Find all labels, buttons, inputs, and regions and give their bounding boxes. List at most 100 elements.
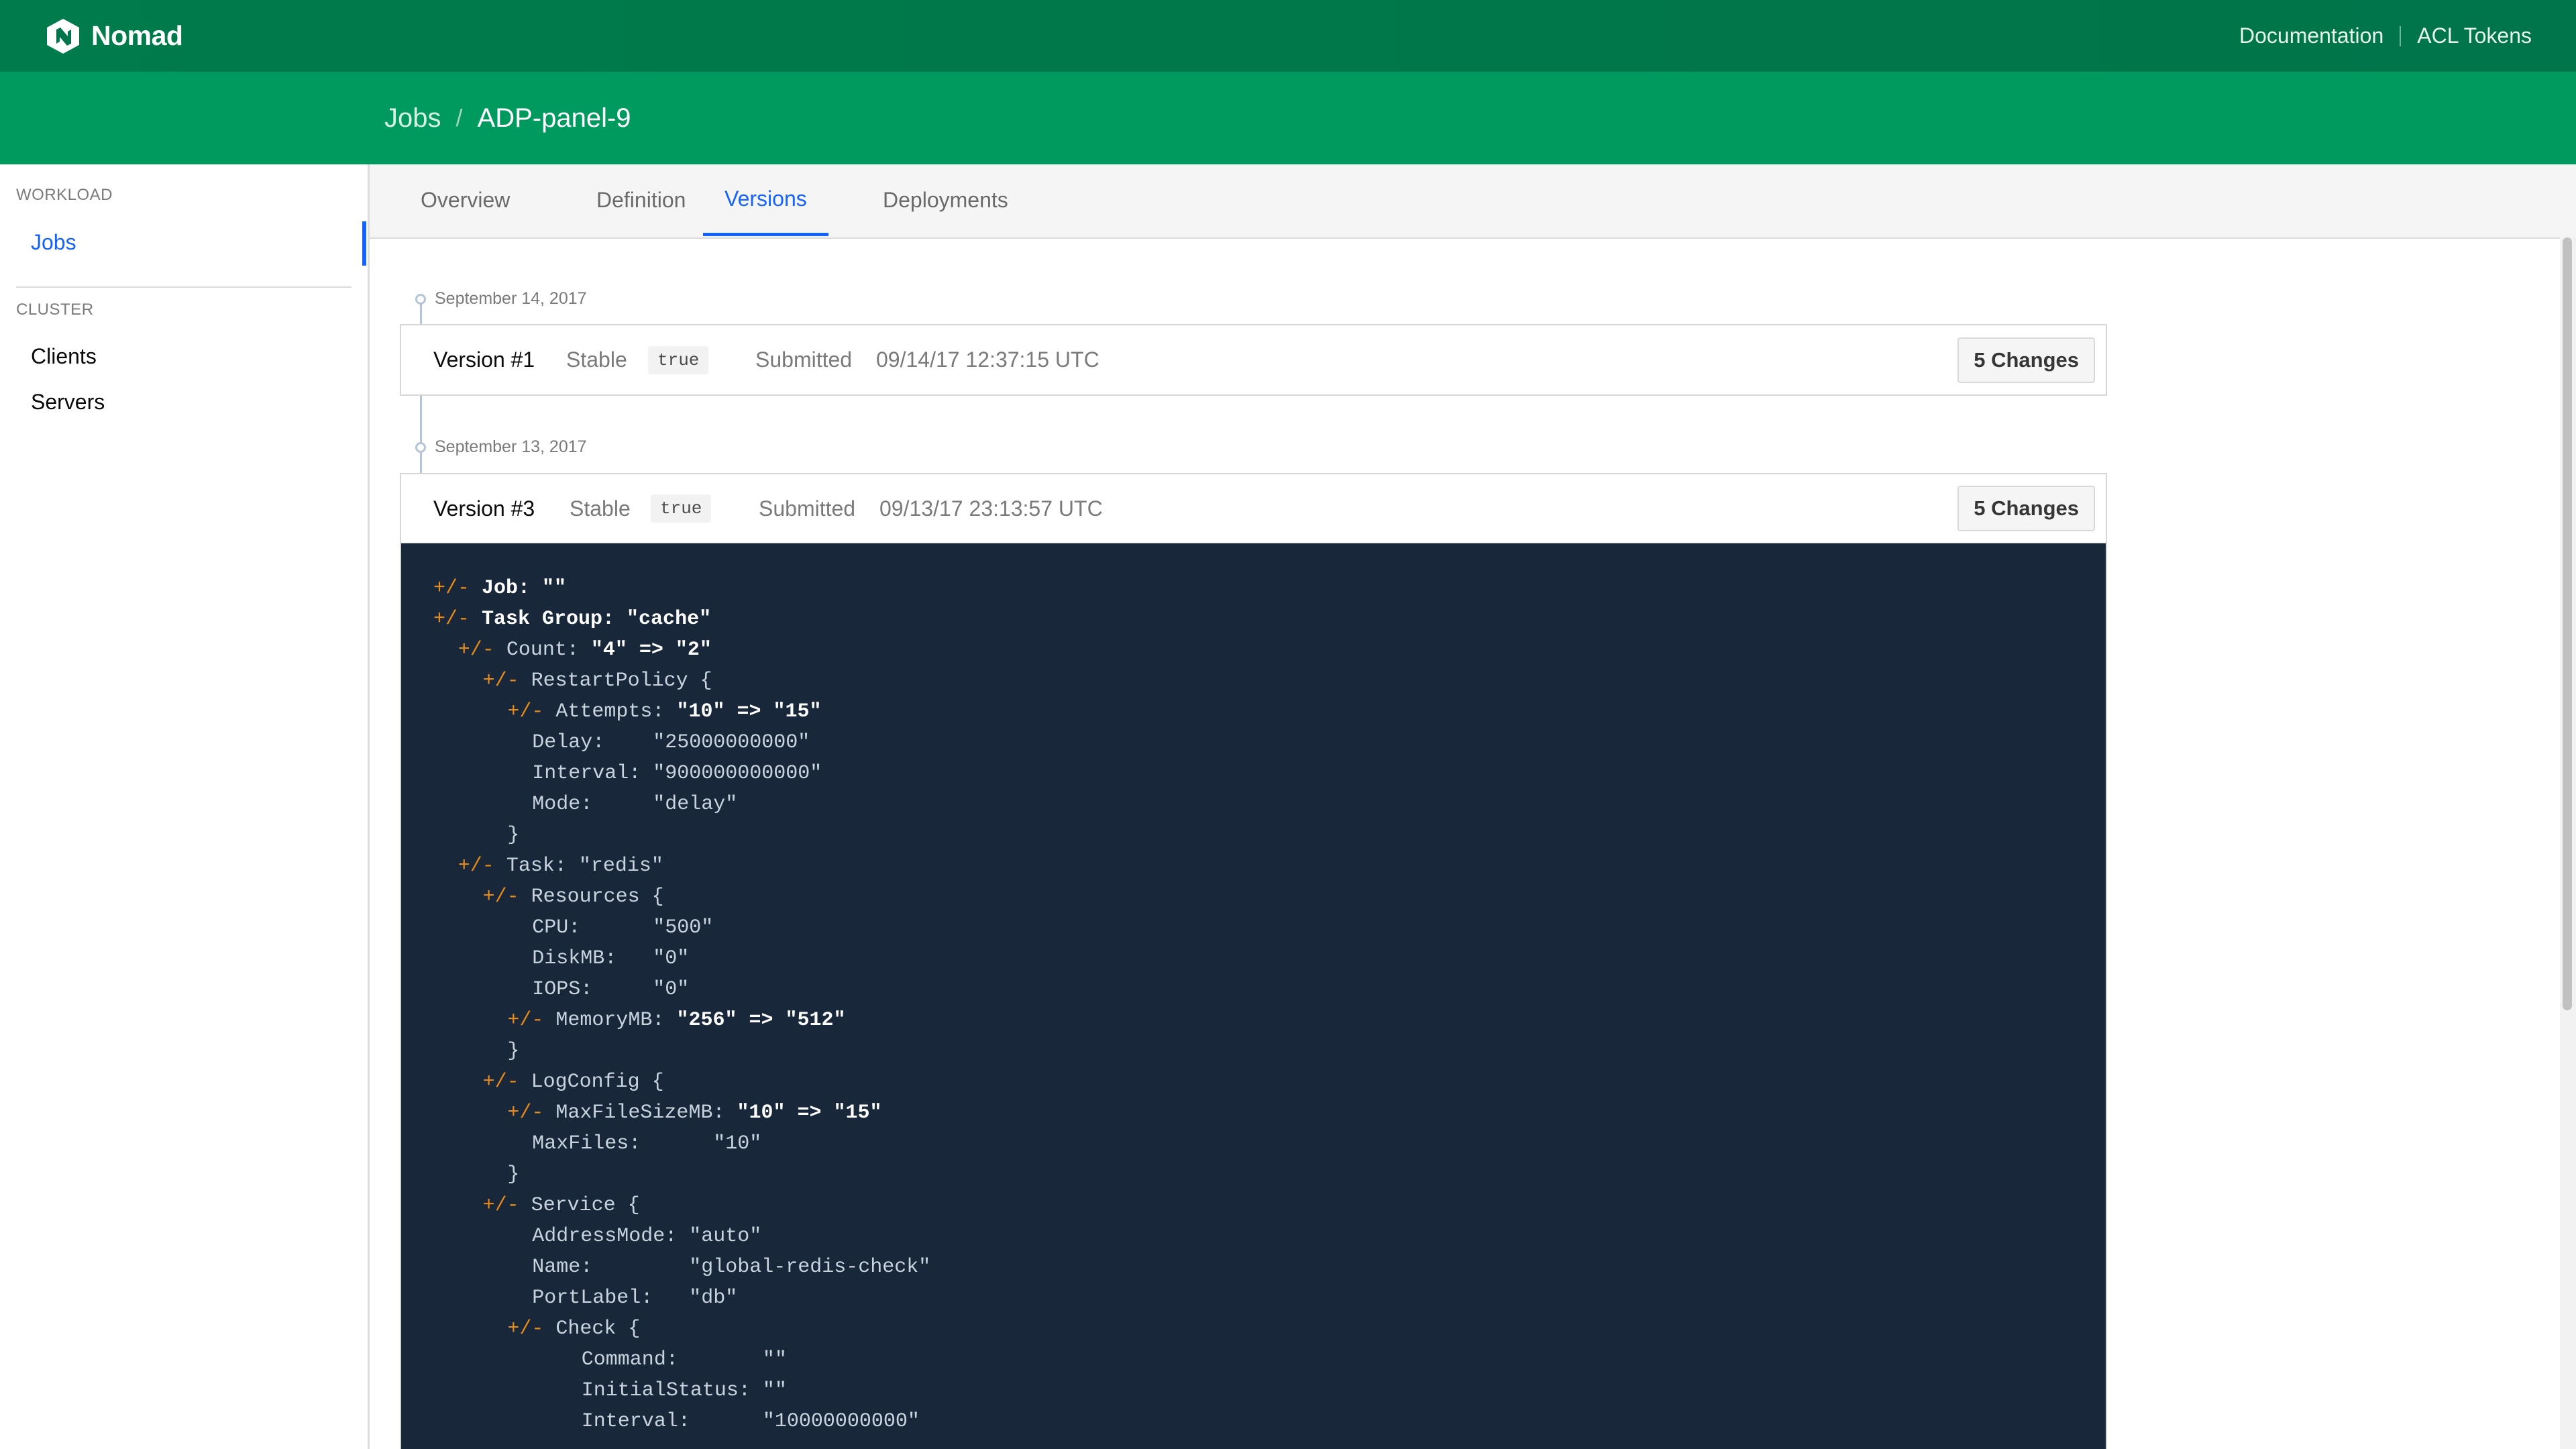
diff-line: Interval: "900000000000" [433,758,930,789]
diff-marker: +/- [458,639,506,661]
diff-line: DiskMB: "0" [433,943,930,974]
submitted-time: 09/13/17 23:13:57 UTC [879,496,1103,521]
diff-text: Mode: "delay" [532,793,738,816]
diff-field-name: MaxFileSizeMB: [555,1102,737,1124]
active-indicator [362,221,366,266]
stable-badge: true [648,345,709,374]
sidebar-item-servers[interactable]: Servers [31,390,105,415]
diff-text: Task Group: "cache" [482,608,712,631]
diff-line: CPU: "500" [433,912,930,943]
sidebar-item-jobs[interactable]: Jobs [31,230,76,255]
submitted-label: Submitted [759,496,856,521]
diff-line: AddressMode: "auto" [433,1221,930,1252]
diff-marker: +/- [507,1318,556,1340]
diff-line: +/- Task Group: "cache" [433,604,930,635]
menu-divider [16,286,352,288]
diff-line: IOPS: "0" [433,974,930,1005]
diff-line: +/- Count: "4" => "2" [433,635,930,665]
diff-line: Name: "global-redis-check" [433,1252,930,1283]
diff-text: CPU: "500" [532,916,714,939]
diff-field-name: Count: [506,639,591,661]
job-diff-panel: +/- Job: "" +/- Task Group: "cache" +/- Co… [400,543,2107,1449]
changes-button[interactable]: 5 Changes [1957,486,2095,531]
diff-line: +/- MemoryMB: "256" => "512" [433,1005,930,1036]
version-title: Version #3 [433,496,535,521]
stable-badge: true [651,494,712,523]
changes-button[interactable]: 5 Changes [1957,337,2095,383]
breadcrumb-separator: / [455,104,463,131]
diff-text: RestartPolicy { [531,669,712,692]
tab-versions[interactable]: Versions [703,164,828,236]
tab-definition[interactable]: Definition [575,164,707,236]
diff-text: PortLabel: "db" [532,1287,738,1309]
diff-field-change: "4" => "2" [590,639,712,661]
diff-marker: +/- [482,669,531,692]
menu-label-cluster: CLUSTER [16,301,94,319]
diff-line: +/- RestartPolicy { [433,665,930,696]
timeline-dot [415,294,426,305]
diff-marker: +/- [507,1102,556,1124]
submitted-time: 09/14/17 12:37:15 UTC [876,347,1099,372]
diff-text: Interval: "10000000000" [581,1410,920,1433]
diff-line: Mode: "delay" [433,789,930,820]
diff-line: PortLabel: "db" [433,1283,930,1313]
diff-text: Command: "" [581,1348,787,1371]
version-date: September 13, 2017 [435,437,587,456]
nomad-logo-icon [47,18,79,54]
diff-marker: +/- [482,885,531,908]
diff-text: Job: "" [482,577,567,600]
diff-line: } [433,1159,930,1190]
diff-line: Interval: "10000000000" [433,1406,930,1437]
diff-field-name: MemoryMB: [555,1009,677,1032]
diff-text: } [507,1040,520,1063]
diff-text: AddressMode: "auto" [532,1225,762,1248]
stable-label: Stable [570,496,631,521]
diff-text: Resources { [531,885,664,908]
breadcrumb: Jobs / ADP-panel-9 [384,72,631,164]
version-card: Version #1 Stable true Submitted 09/14/1… [400,324,2107,396]
diff-line: Command: "" [433,1344,930,1375]
submitted-label: Submitted [755,347,853,372]
menu-label-workload: WORKLOAD [16,186,113,204]
diff-line: +/- Attempts: "10" => "15" [433,696,930,727]
diff-line: +/- Task: "redis" [433,851,930,881]
diff-line: +/- LogConfig { [433,1067,930,1097]
page-scrollbar[interactable] [2560,237,2576,1449]
diff-text: Service { [531,1194,640,1217]
stable-label: Stable [566,347,627,372]
diff-text: IOPS: "0" [532,978,690,1001]
tab-overview[interactable]: Overview [399,164,531,236]
top-navbar: Nomad Documentation ACL Tokens [0,0,2576,72]
diff-line: InitialStatus: "" [433,1375,930,1406]
page-header: Jobs / ADP-panel-9 [0,72,2576,164]
diff-text: } [507,1163,520,1186]
app-name: Nomad [91,20,183,51]
diff-field-change: "256" => "512" [676,1009,846,1032]
diff-field-change: "10" => "15" [737,1102,882,1124]
diff-line: } [433,820,930,851]
breadcrumb-current: ADP-panel-9 [477,103,631,133]
diff-field-change: "10" => "15" [676,700,822,723]
diff-text: Check { [555,1318,641,1340]
diff-line: +/- Resources { [433,881,930,912]
documentation-link[interactable]: Documentation [2239,23,2383,48]
diff-line: Delay: "25000000000" [433,727,930,758]
diff-lines: +/- Job: "" +/- Task Group: "cache" +/- Co… [433,573,930,1437]
timeline-dot [415,442,426,453]
version-card: Version #3 Stable true Submitted 09/13/1… [400,473,2107,544]
breadcrumb-jobs-link[interactable]: Jobs [384,103,441,133]
diff-text: Interval: "900000000000" [532,762,822,785]
diff-marker: +/- [507,1009,556,1032]
diff-line: +/- Job: "" [433,573,930,604]
version-title: Version #1 [433,347,535,372]
scrollbar-thumb[interactable] [2563,237,2572,1010]
navbar-links: Documentation ACL Tokens [2239,0,2532,72]
diff-line: +/- Check { [433,1313,930,1344]
diff-marker: +/- [507,700,556,723]
diff-text: Delay: "25000000000" [532,731,810,754]
diff-marker: +/- [458,855,506,877]
sidebar-item-clients[interactable]: Clients [31,344,97,369]
brand-home-link[interactable]: Nomad [46,17,183,55]
acl-tokens-link[interactable]: ACL Tokens [2417,23,2532,48]
tab-deployments[interactable]: Deployments [861,164,1030,236]
